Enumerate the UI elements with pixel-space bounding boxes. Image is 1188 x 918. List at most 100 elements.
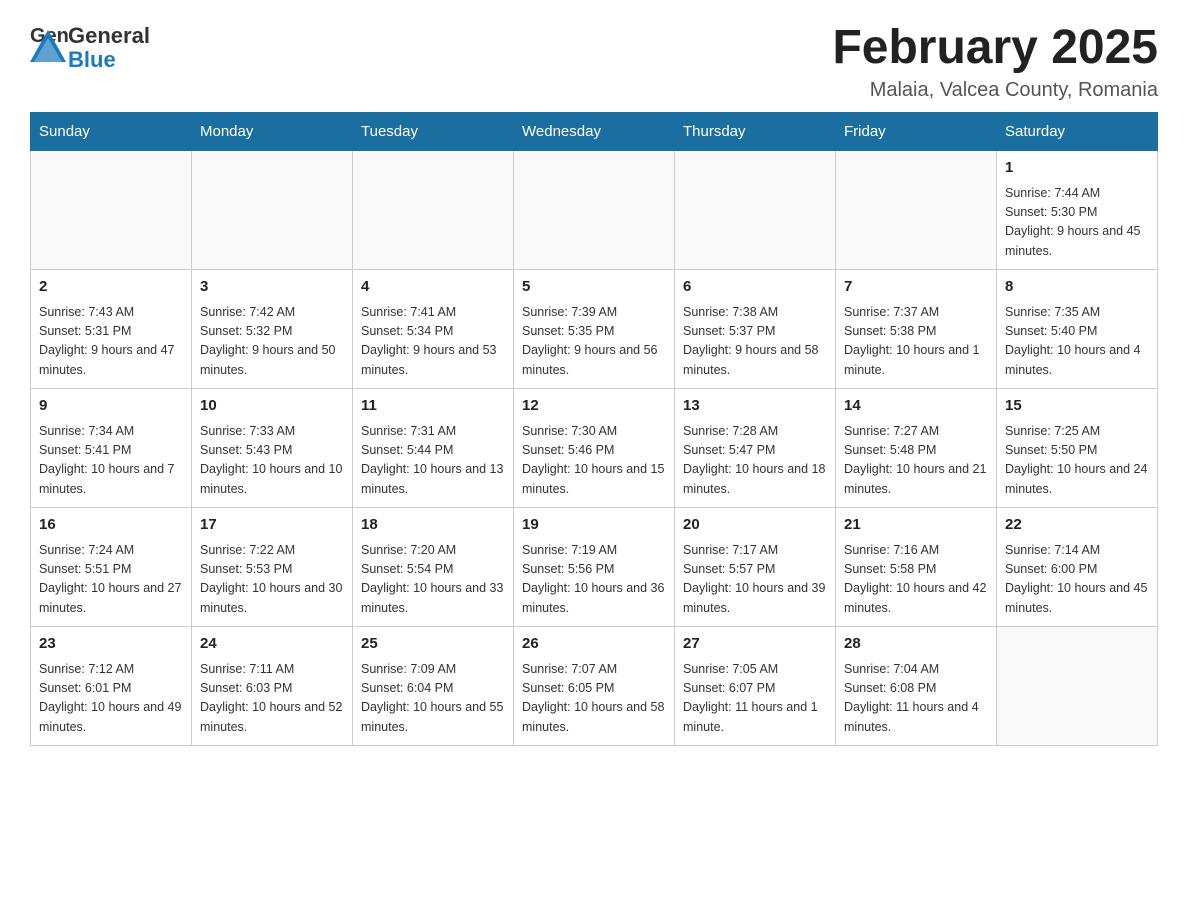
day-number: 7: [844, 276, 988, 299]
day-info: Sunrise: 7:31 AMSunset: 5:44 PMDaylight:…: [361, 422, 505, 500]
day-info: Sunrise: 7:19 AMSunset: 5:56 PMDaylight:…: [522, 541, 666, 619]
day-number: 11: [361, 395, 505, 418]
day-number: 26: [522, 633, 666, 656]
day-info: Sunrise: 7:11 AMSunset: 6:03 PMDaylight:…: [200, 660, 344, 738]
day-number: 3: [200, 276, 344, 299]
day-number: 23: [39, 633, 183, 656]
page-header: General February 2025 Malaia, Valcea Cou…: [30, 20, 1158, 102]
weekday-header-thursday: Thursday: [675, 113, 836, 151]
day-info: Sunrise: 7:39 AMSunset: 5:35 PMDaylight:…: [522, 303, 666, 381]
calendar-cell: 24 Sunrise: 7:11 AMSunset: 6:03 PMDayligh…: [192, 627, 353, 746]
calendar-cell: 21 Sunrise: 7:16 AMSunset: 5:58 PMDayligh…: [836, 508, 997, 627]
logo-svg: [30, 30, 66, 62]
day-number: 4: [361, 276, 505, 299]
day-info: Sunrise: 7:42 AMSunset: 5:32 PMDaylight:…: [200, 303, 344, 381]
day-number: 5: [522, 276, 666, 299]
calendar-cell: 27Sunrise: 7:05 AMSunset: 6:07 PMDayligh…: [675, 627, 836, 746]
logo-general: General: [68, 24, 150, 48]
day-number: 15: [1005, 395, 1149, 418]
day-number: 2: [39, 276, 183, 299]
calendar-cell: 5 Sunrise: 7:39 AMSunset: 5:35 PMDaylight…: [514, 270, 675, 389]
title-block: February 2025 Malaia, Valcea County, Rom…: [832, 20, 1158, 102]
day-number: 20: [683, 514, 827, 537]
day-info: Sunrise: 7:04 AMSunset: 6:08 PMDaylight:…: [844, 660, 988, 738]
calendar-cell: [997, 627, 1158, 746]
calendar-subtitle: Malaia, Valcea County, Romania: [832, 79, 1158, 102]
calendar-week-3: 9 Sunrise: 7:34 AMSunset: 5:41 PMDaylight…: [31, 389, 1158, 508]
calendar-cell: 18 Sunrise: 7:20 AMSunset: 5:54 PMDayligh…: [353, 508, 514, 627]
day-info: Sunrise: 7:37 AMSunset: 5:38 PMDaylight:…: [844, 303, 988, 381]
day-number: 21: [844, 514, 988, 537]
day-info: Sunrise: 7:27 AMSunset: 5:48 PMDaylight:…: [844, 422, 988, 500]
day-info: Sunrise: 7:16 AMSunset: 5:58 PMDaylight:…: [844, 541, 988, 619]
day-info: Sunrise: 7:44 AMSunset: 5:30 PMDaylight:…: [1005, 184, 1149, 262]
calendar-cell: 15 Sunrise: 7:25 AMSunset: 5:50 PMDayligh…: [997, 389, 1158, 508]
calendar-cell: 22 Sunrise: 7:14 AMSunset: 6:00 PMDayligh…: [997, 508, 1158, 627]
weekday-header-friday: Friday: [836, 113, 997, 151]
calendar-week-1: 1Sunrise: 7:44 AMSunset: 5:30 PMDaylight…: [31, 151, 1158, 270]
weekday-header-monday: Monday: [192, 113, 353, 151]
calendar-cell: [514, 151, 675, 270]
day-number: 8: [1005, 276, 1149, 299]
calendar-cell: 8 Sunrise: 7:35 AMSunset: 5:40 PMDaylight…: [997, 270, 1158, 389]
day-number: 10: [200, 395, 344, 418]
day-info: Sunrise: 7:34 AMSunset: 5:41 PMDaylight:…: [39, 422, 183, 500]
calendar-cell: 19 Sunrise: 7:19 AMSunset: 5:56 PMDayligh…: [514, 508, 675, 627]
day-number: 27: [683, 633, 827, 656]
calendar-week-5: 23 Sunrise: 7:12 AMSunset: 6:01 PMDayligh…: [31, 627, 1158, 746]
calendar-cell: 2Sunrise: 7:43 AMSunset: 5:31 PMDaylight…: [31, 270, 192, 389]
day-number: 25: [361, 633, 505, 656]
day-number: 9: [39, 395, 183, 418]
day-info: Sunrise: 7:12 AMSunset: 6:01 PMDaylight:…: [39, 660, 183, 738]
logo-text: General Blue: [68, 24, 150, 72]
calendar-cell: [353, 151, 514, 270]
day-number: 22: [1005, 514, 1149, 537]
calendar-cell: 6Sunrise: 7:38 AMSunset: 5:37 PMDaylight…: [675, 270, 836, 389]
calendar-table: SundayMondayTuesdayWednesdayThursdayFrid…: [30, 112, 1158, 746]
calendar-cell: 1Sunrise: 7:44 AMSunset: 5:30 PMDaylight…: [997, 151, 1158, 270]
day-number: 14: [844, 395, 988, 418]
calendar-cell: [675, 151, 836, 270]
calendar-cell: 10Sunrise: 7:33 AMSunset: 5:43 PMDayligh…: [192, 389, 353, 508]
day-info: Sunrise: 7:14 AMSunset: 6:00 PMDaylight:…: [1005, 541, 1149, 619]
day-number: 24: [200, 633, 344, 656]
weekday-header-saturday: Saturday: [997, 113, 1158, 151]
weekday-header-sunday: Sunday: [31, 113, 192, 151]
day-number: 13: [683, 395, 827, 418]
day-info: Sunrise: 7:41 AMSunset: 5:34 PMDaylight:…: [361, 303, 505, 381]
calendar-cell: 23 Sunrise: 7:12 AMSunset: 6:01 PMDayligh…: [31, 627, 192, 746]
calendar-cell: 12 Sunrise: 7:30 AMSunset: 5:46 PMDayligh…: [514, 389, 675, 508]
logo-blue: Blue: [68, 48, 150, 72]
day-number: 28: [844, 633, 988, 656]
calendar-week-4: 16 Sunrise: 7:24 AMSunset: 5:51 PMDayligh…: [31, 508, 1158, 627]
calendar-cell: 26Sunrise: 7:07 AMSunset: 6:05 PMDayligh…: [514, 627, 675, 746]
logo-shape: [30, 30, 66, 67]
day-number: 19: [522, 514, 666, 537]
day-number: 12: [522, 395, 666, 418]
calendar-cell: [192, 151, 353, 270]
calendar-title: February 2025: [832, 20, 1158, 75]
weekday-header-tuesday: Tuesday: [353, 113, 514, 151]
day-info: Sunrise: 7:35 AMSunset: 5:40 PMDaylight:…: [1005, 303, 1149, 381]
day-number: 18: [361, 514, 505, 537]
day-info: Sunrise: 7:20 AMSunset: 5:54 PMDaylight:…: [361, 541, 505, 619]
calendar-cell: 7 Sunrise: 7:37 AMSunset: 5:38 PMDaylight…: [836, 270, 997, 389]
day-info: Sunrise: 7:17 AMSunset: 5:57 PMDaylight:…: [683, 541, 827, 619]
day-info: Sunrise: 7:30 AMSunset: 5:46 PMDaylight:…: [522, 422, 666, 500]
day-info: Sunrise: 7:25 AMSunset: 5:50 PMDaylight:…: [1005, 422, 1149, 500]
calendar-cell: 14 Sunrise: 7:27 AMSunset: 5:48 PMDayligh…: [836, 389, 997, 508]
calendar-cell: 16 Sunrise: 7:24 AMSunset: 5:51 PMDayligh…: [31, 508, 192, 627]
day-info: Sunrise: 7:24 AMSunset: 5:51 PMDaylight:…: [39, 541, 183, 619]
day-number: 17: [200, 514, 344, 537]
calendar-cell: 17 Sunrise: 7:22 AMSunset: 5:53 PMDayligh…: [192, 508, 353, 627]
weekday-header-wednesday: Wednesday: [514, 113, 675, 151]
calendar-cell: 11 Sunrise: 7:31 AMSunset: 5:44 PMDayligh…: [353, 389, 514, 508]
calendar-cell: 4 Sunrise: 7:41 AMSunset: 5:34 PMDaylight…: [353, 270, 514, 389]
day-number: 16: [39, 514, 183, 537]
calendar-cell: 9 Sunrise: 7:34 AMSunset: 5:41 PMDaylight…: [31, 389, 192, 508]
day-info: Sunrise: 7:22 AMSunset: 5:53 PMDaylight:…: [200, 541, 344, 619]
calendar-cell: 13Sunrise: 7:28 AMSunset: 5:47 PMDayligh…: [675, 389, 836, 508]
calendar-cell: [31, 151, 192, 270]
logo-inner: General Blue: [30, 24, 150, 72]
day-number: 6: [683, 276, 827, 299]
